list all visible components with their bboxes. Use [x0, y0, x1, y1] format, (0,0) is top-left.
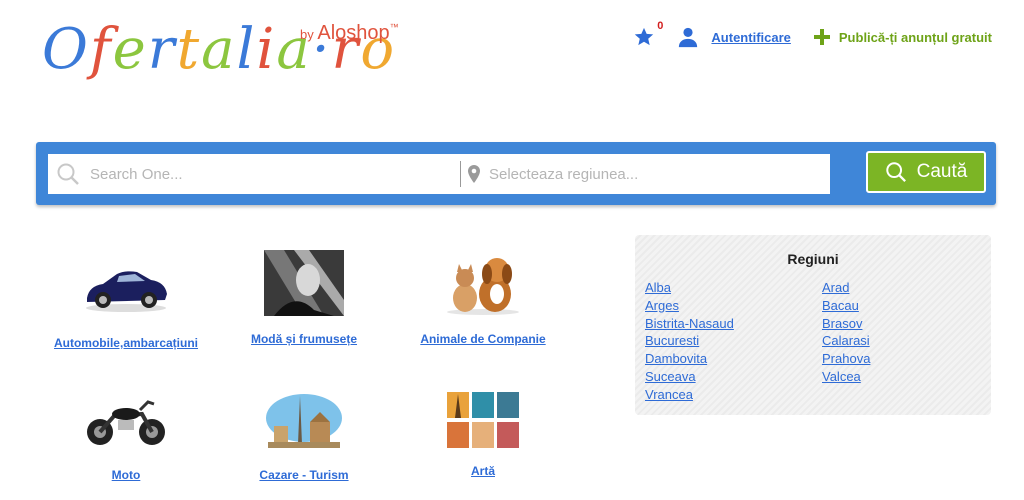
region-link[interactable]: Dambovita — [645, 350, 734, 368]
logo-letter: f — [89, 17, 113, 82]
logo-byline: by Aloshop™ — [300, 22, 399, 45]
region-link[interactable]: Bacau — [822, 297, 870, 315]
category-tourism[interactable]: Cazare - Turism — [219, 392, 389, 482]
region-link[interactable]: Brasov — [822, 315, 870, 333]
login-label: Autentificare — [711, 29, 791, 45]
region-link[interactable]: Calarasi — [822, 332, 870, 350]
search-button[interactable]: Caută — [866, 151, 986, 193]
category-moto[interactable]: Moto — [41, 392, 211, 482]
logo-letter: l — [236, 17, 257, 82]
region-link[interactable]: Vrancea — [645, 386, 734, 404]
region-link[interactable]: Arad — [822, 279, 870, 297]
category-label: Automobile,ambarcațiuni — [53, 336, 199, 350]
logo-letter: r — [147, 17, 177, 82]
regions-panel: Regiuni Alba Arges Bistrita-Nasaud Bucur… — [635, 235, 991, 415]
region-link[interactable]: Bucuresti — [645, 332, 734, 350]
plus-icon — [813, 29, 830, 45]
star-icon — [635, 27, 654, 46]
category-pets[interactable]: Animale de Companie — [398, 250, 568, 346]
category-automobile[interactable]: Automobile,ambarcațiuni — [41, 250, 211, 350]
logo-by: by — [300, 27, 314, 42]
logo-trademark: ™ — [389, 22, 399, 32]
publish-label: Publică-ți anunțul gratuit — [838, 29, 992, 45]
region-link[interactable]: Suceava — [645, 368, 734, 386]
search-button-label: Caută — [916, 161, 968, 182]
search-region-area — [461, 154, 830, 194]
logo-letter: e — [112, 17, 148, 82]
search-button-icon — [885, 162, 906, 182]
logo-brand: Aloshop — [317, 22, 390, 44]
logo-letter: i — [256, 17, 277, 82]
region-link[interactable]: Valcea — [822, 368, 870, 386]
user-icon — [679, 27, 698, 48]
category-label: Artă — [470, 464, 495, 478]
site-logo[interactable]: Ofertalia·ro by Aloshop™ — [42, 20, 432, 90]
category-label: Modă și frumusețe — [250, 332, 358, 346]
location-pin-icon — [468, 165, 480, 183]
category-fashion[interactable]: Modă și frumusețe — [219, 250, 389, 346]
landmarks-icon — [264, 392, 344, 452]
category-label: Animale de Companie — [420, 332, 546, 346]
favorites-button[interactable]: 0 — [633, 20, 663, 48]
regions-column-right: Arad Bacau Brasov Calarasi Prahova Valce… — [822, 279, 870, 386]
login-link[interactable]: Autentificare — [677, 26, 791, 48]
region-link[interactable]: Bistrita-Nasaud — [645, 315, 734, 333]
search-keyword-area — [48, 154, 460, 194]
fashion-portrait-icon — [264, 250, 344, 316]
publish-ad-link[interactable]: Publică-ți anunțul gratuit — [813, 28, 992, 46]
cat-and-dog-icon — [443, 250, 523, 316]
category-label: Cazare - Turism — [259, 468, 349, 482]
logo-letter: a — [201, 17, 237, 82]
logo-letter: O — [42, 17, 90, 82]
category-label: Moto — [111, 468, 141, 482]
region-link[interactable]: Prahova — [822, 350, 870, 368]
region-link[interactable]: Arges — [645, 297, 734, 315]
regions-title: Regiuni — [787, 251, 839, 267]
region-input[interactable] — [487, 164, 830, 184]
search-icon — [57, 163, 79, 185]
search-bar: Caută — [36, 142, 996, 205]
motorcycle-icon — [84, 392, 168, 452]
regions-column-left: Alba Arges Bistrita-Nasaud Bucuresti Dam… — [645, 279, 734, 404]
header-actions: 0 Autentificare Publică-ți anunțul gratu… — [633, 20, 992, 48]
region-link[interactable]: Alba — [645, 279, 734, 297]
logo-letter: t — [176, 17, 202, 82]
favorites-count-badge: 0 — [657, 20, 664, 32]
sports-car-icon — [81, 250, 171, 320]
paintings-icon — [447, 392, 519, 448]
search-field-group — [48, 154, 830, 194]
search-input[interactable] — [88, 164, 460, 184]
category-art[interactable]: Artă — [398, 392, 568, 478]
